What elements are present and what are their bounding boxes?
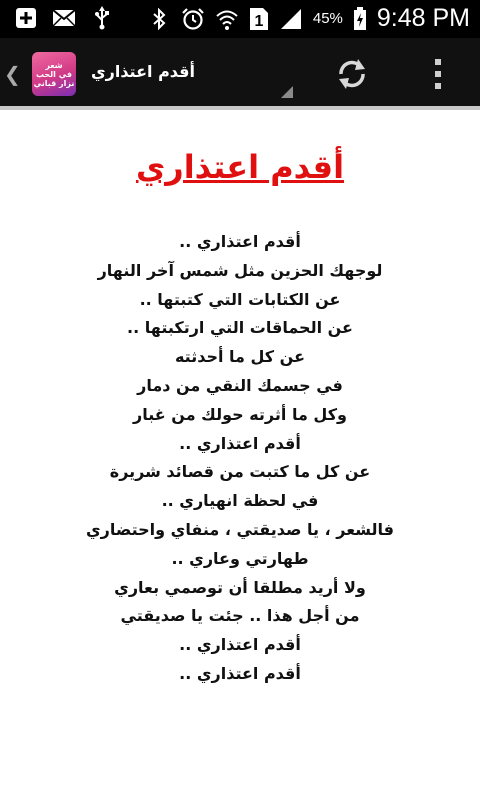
poem-line: وكل ما أثرته حولك من غبار (133, 404, 347, 424)
title-spinner[interactable]: أقدم اعتذاري (88, 50, 293, 98)
app-logo[interactable]: شعر في الحب نزار قباني (32, 52, 76, 96)
bluetooth-icon (147, 7, 171, 31)
mail-icon (52, 6, 76, 30)
overflow-menu-icon[interactable] (424, 56, 452, 92)
poem-line: من أجل هذا .. جئت يا صديقتي (120, 606, 360, 626)
logo-line-2: في الحب (35, 69, 73, 79)
logo-line-1: شعر (45, 60, 63, 70)
sim-slot-number: 1 (254, 13, 263, 30)
poem-line: عن كل ما كتبت من قصائد شريرة (109, 462, 371, 482)
poem-line: عن الحماقات التي ارتكبتها .. (127, 318, 353, 338)
poem-text: أقدم اعتذاري .. لوجهك الحزين مثل شمس آخر… (0, 228, 480, 689)
poem-line: أقدم اعتذاري .. (179, 663, 301, 683)
poem-line: عن الكتابات التي كتبتها .. (139, 289, 341, 309)
poem-line: ولا أريد مطلقا أن توصمي بعاري (114, 577, 366, 597)
action-bar: ❮ شعر في الحب نزار قباني أقدم اعتذاري (0, 38, 480, 108)
sim-icon: 1 (249, 7, 269, 31)
poem-title: أقدم اعتذاري (135, 148, 345, 186)
status-notifications (14, 6, 114, 30)
add-notification-icon (14, 6, 38, 30)
usb-icon (90, 6, 114, 30)
up-navigation-icon[interactable]: ❮ (4, 62, 21, 86)
poem-content[interactable]: أقدم اعتذاري أقدم اعتذاري .. لوجهك الحزي… (0, 110, 480, 800)
clock: 9:48 PM (376, 4, 470, 32)
poem-line: في جسمك النقي من دمار (137, 375, 343, 395)
poem-line: لوجهك الحزين مثل شمس آخر النهار (97, 260, 383, 280)
poem-line: أقدم اعتذاري .. (179, 635, 301, 655)
status-system: 1 45% 9:48 PM (147, 4, 470, 33)
battery-percent: 45% (312, 10, 343, 27)
alarm-icon (181, 7, 205, 31)
poem-line: فالشعر ، يا صديقتي ، منفاي واحتضاري (85, 519, 395, 539)
poem-line: أقدم اعتذاري .. (179, 232, 301, 251)
signal-icon (279, 7, 303, 31)
battery-icon (353, 6, 367, 31)
wifi-icon (215, 7, 239, 31)
poem-line: أقدم اعتذاري .. (179, 433, 301, 453)
refresh-icon[interactable] (334, 56, 370, 92)
poem-line: طهارتي وعاري .. (171, 548, 309, 568)
dropdown-corner-icon (281, 86, 293, 98)
logo-line-3: نزار قباني (33, 78, 75, 88)
poem-line: في لحظة انهياري .. (161, 491, 319, 511)
action-bar-title: أقدم اعتذاري (90, 62, 195, 81)
status-bar: 1 45% 9:48 PM (0, 0, 480, 38)
poem-line: عن كل ما أحدثته (174, 347, 306, 367)
